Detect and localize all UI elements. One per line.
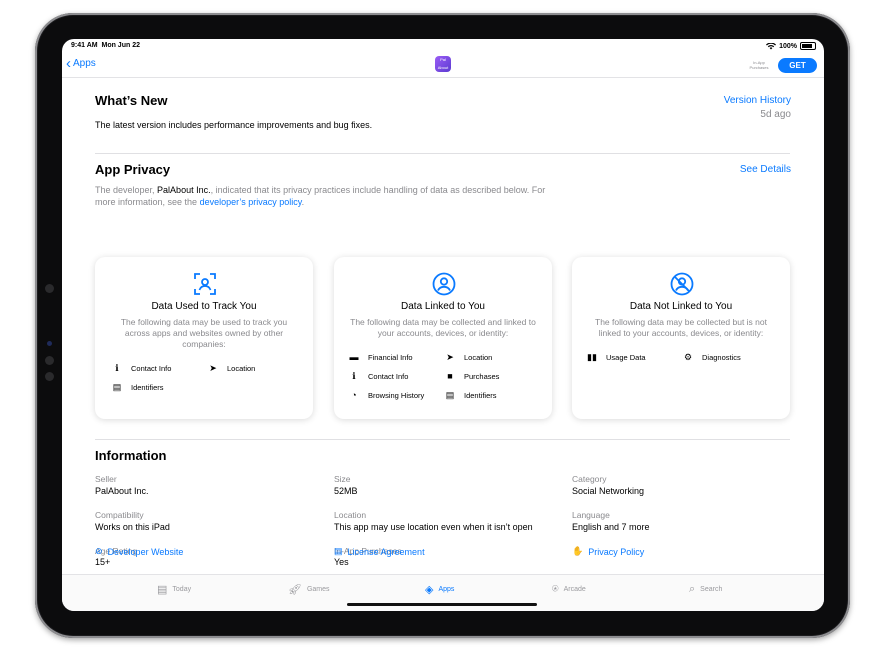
shopping-bag-icon: ■ bbox=[447, 371, 453, 381]
back-label: Apps bbox=[73, 58, 96, 69]
card-title: Data Used to Track You bbox=[151, 301, 257, 312]
language-value: English and 7 more bbox=[572, 522, 650, 532]
joystick-icon: ⍟ bbox=[552, 583, 559, 595]
card-title: Data Not Linked to You bbox=[629, 301, 733, 312]
privacy-policy-link[interactable]: developer’s privacy policy bbox=[200, 197, 302, 207]
information-title: Information bbox=[95, 448, 167, 463]
seller-label: Seller bbox=[95, 474, 117, 484]
compatibility-label: Compatibility bbox=[95, 510, 144, 520]
document-icon: ▤ bbox=[334, 546, 343, 556]
data-item: ▮▮ Usage Data bbox=[587, 352, 646, 362]
data-item: ▤ Identifiers bbox=[445, 390, 497, 400]
camera-dot bbox=[45, 284, 54, 293]
language-label: Language bbox=[572, 510, 610, 520]
side-dot bbox=[45, 372, 54, 381]
data-item: ■ Purchases bbox=[444, 371, 499, 381]
developer-website-link[interactable]: ⊘ Developer Website bbox=[95, 546, 183, 557]
whats-new-text: The latest version includes performance … bbox=[95, 120, 373, 130]
data-item: ◔ Browsing History bbox=[348, 390, 424, 400]
app-store-screen: 9:41 AM Mon Jun 22 100% ‹ Apps Pal About… bbox=[62, 39, 824, 611]
side-dot bbox=[45, 356, 54, 365]
location-arrow-icon: ➤ bbox=[209, 363, 217, 373]
chevron-left-icon: ‹ bbox=[66, 54, 71, 72]
person-circle-icon bbox=[432, 272, 456, 296]
data-item: ℹ︎ Contact Info bbox=[111, 363, 171, 374]
data-item: ▤ Identifiers bbox=[112, 382, 164, 392]
compass-icon: ⊘ bbox=[95, 546, 103, 556]
privacy-policy-info-link[interactable]: ✋ Privacy Policy bbox=[572, 546, 644, 557]
location-value: This app may use location even when it i… bbox=[334, 522, 533, 532]
developer-name: PalAbout Inc. bbox=[157, 185, 211, 195]
gear-icon: ⚙ bbox=[683, 352, 693, 362]
card-description: The following data may be used to track … bbox=[120, 317, 288, 349]
app-icon[interactable]: Pal About bbox=[435, 56, 451, 72]
data-item: ⚙ Diagnostics bbox=[683, 352, 741, 362]
id-card-icon: ▤ bbox=[112, 382, 122, 392]
tab-search[interactable]: ⌕ Search bbox=[689, 583, 722, 596]
rocket-icon: 🚀︎ bbox=[288, 584, 302, 596]
location-arrow-icon: ➤ bbox=[446, 352, 454, 362]
sensor-dot bbox=[47, 341, 52, 346]
battery-icon bbox=[800, 42, 816, 50]
tab-games[interactable]: 🚀︎ Games bbox=[288, 583, 330, 596]
hand-icon: ✋ bbox=[572, 546, 584, 556]
size-label: Size bbox=[334, 474, 351, 484]
person-slash-icon bbox=[670, 272, 694, 296]
data-item: ℹ︎ Contact Info bbox=[348, 371, 408, 382]
apps-stack-icon: ◈ bbox=[425, 584, 434, 596]
battery-percent: 100% bbox=[779, 42, 797, 50]
whats-new-title: What’s New bbox=[95, 93, 168, 108]
credit-card-icon: ▬ bbox=[349, 352, 359, 362]
status-date: Mon Jun 22 bbox=[101, 42, 140, 49]
data-item: ➤ Location bbox=[444, 352, 492, 363]
tab-apps[interactable]: ◈ Apps bbox=[425, 583, 454, 596]
tab-arcade[interactable]: ⍟ Arcade bbox=[552, 583, 586, 596]
wifi-icon bbox=[766, 42, 777, 49]
privacy-card-not-linked[interactable]: Data Not Linked to You The following dat… bbox=[572, 257, 790, 419]
data-item: ➤ Location bbox=[207, 363, 255, 374]
today-icon: ▤ bbox=[157, 584, 168, 596]
get-button[interactable]: GET bbox=[778, 58, 817, 73]
card-title: Data Linked to You bbox=[401, 301, 485, 312]
status-bar: 9:41 AM Mon Jun 22 100% bbox=[62, 39, 824, 53]
version-history-link[interactable]: Version History bbox=[724, 95, 791, 106]
privacy-card-linked[interactable]: Data Linked to You The following data ma… bbox=[334, 257, 552, 419]
size-value: 52MB bbox=[334, 486, 358, 496]
in-app-purchases-note: In-App Purchases bbox=[749, 60, 769, 70]
data-item: ▬ Financial Info bbox=[349, 352, 413, 362]
see-details-link[interactable]: See Details bbox=[740, 164, 791, 175]
in-app-purchases-value: Yes bbox=[334, 557, 349, 567]
back-button[interactable]: ‹ Apps bbox=[66, 54, 96, 72]
id-card-icon: ▤ bbox=[445, 390, 455, 400]
tab-today[interactable]: ▤ Today bbox=[157, 583, 191, 596]
clock-icon: ◔ bbox=[351, 390, 357, 400]
update-age: 5d ago bbox=[760, 109, 791, 120]
seller-value: PalAbout Inc. bbox=[95, 486, 149, 496]
info-icon: ℹ︎ bbox=[352, 371, 356, 381]
license-agreement-link[interactable]: ▤ License Agreement bbox=[334, 546, 425, 557]
status-time: 9:41 AM bbox=[71, 42, 98, 49]
tracking-icon bbox=[194, 273, 216, 295]
home-indicator[interactable] bbox=[347, 603, 537, 606]
search-icon: ⌕ bbox=[689, 583, 696, 595]
location-label: Location bbox=[334, 510, 367, 520]
info-icon: ℹ︎ bbox=[115, 363, 119, 373]
age-rating-value: 15+ bbox=[95, 557, 111, 567]
category-value: Social Networking bbox=[572, 486, 645, 496]
divider bbox=[95, 439, 790, 440]
navigation-bar: ‹ Apps Pal About In-App Purchases GET bbox=[62, 53, 824, 78]
app-privacy-title: App Privacy bbox=[95, 162, 171, 177]
privacy-description: The developer, PalAbout Inc., indicated … bbox=[95, 185, 546, 207]
card-description: The following data may be collected and … bbox=[350, 317, 536, 338]
app-icon-text: Pal About bbox=[437, 57, 449, 70]
compatibility-value: Works on this iPad bbox=[95, 522, 170, 532]
privacy-card-track[interactable]: Data Used to Track You The following dat… bbox=[95, 257, 313, 419]
bar-chart-icon: ▮▮ bbox=[587, 352, 597, 362]
divider bbox=[95, 153, 790, 154]
card-description: The following data may be collected but … bbox=[595, 317, 767, 338]
scroll-content[interactable]: What’s New Version History 5d ago The la… bbox=[62, 77, 824, 573]
category-label: Category bbox=[572, 474, 607, 484]
